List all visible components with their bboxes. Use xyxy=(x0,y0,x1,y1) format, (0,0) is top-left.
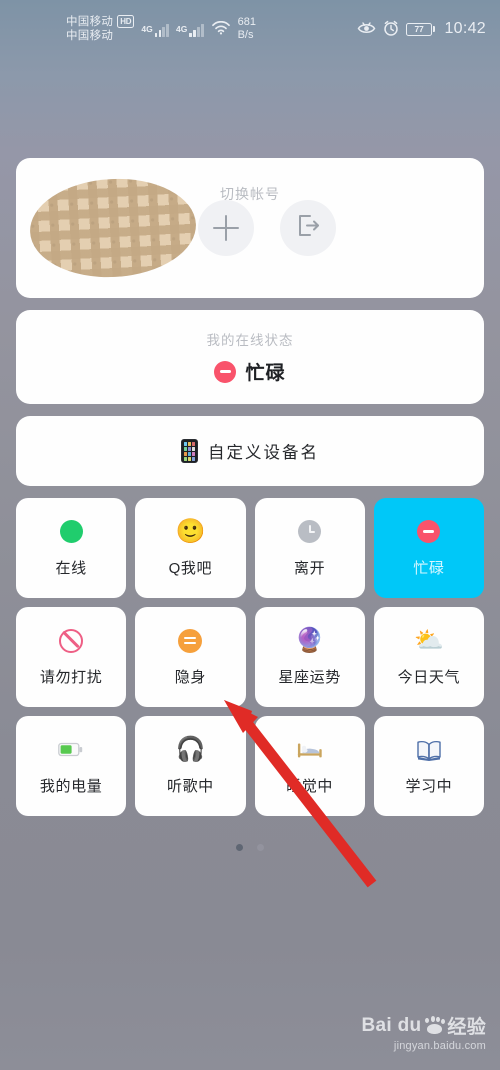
carrier-name-1: 中国移动 xyxy=(66,15,114,28)
alarm-clock-icon xyxy=(383,20,399,39)
do-not-disturb-icon xyxy=(58,628,84,654)
battery-percent: 77 xyxy=(405,22,432,36)
network-speed: 681 B/s xyxy=(238,16,256,42)
watermark-url: jingyan.baidu.com xyxy=(393,1040,486,1052)
signal-group-2: 4G xyxy=(176,22,204,37)
tile-weather[interactable]: ⛅ 今日天气 xyxy=(373,607,484,707)
watermark-brand: Bai du 经验 xyxy=(362,1012,486,1039)
custom-device-name-card[interactable]: 自定义设备名 xyxy=(16,416,484,486)
busy-minus-icon xyxy=(416,519,442,545)
tile-label: 今日天气 xyxy=(397,668,461,686)
tile-label: 星座运势 xyxy=(278,668,341,686)
tile-label: 睡觉中 xyxy=(286,777,334,795)
tile-busy[interactable]: 忙碌 xyxy=(373,498,484,598)
phone-icon xyxy=(181,439,198,463)
invisible-icon xyxy=(177,628,203,654)
watermark-brand-cn: 经验 xyxy=(447,1017,486,1038)
clock-icon xyxy=(297,519,323,545)
eye-icon xyxy=(357,21,376,38)
pagination-dots[interactable] xyxy=(16,844,484,851)
plus-icon xyxy=(213,215,239,241)
pagination-dot[interactable] xyxy=(257,844,264,851)
open-book-icon xyxy=(416,737,442,763)
current-status: 忙碌 xyxy=(214,358,285,385)
tile-my-battery[interactable]: 我的电量 xyxy=(16,716,127,816)
clock-label: 10:42 xyxy=(444,20,486,37)
tile-label: 听歌中 xyxy=(166,777,214,795)
tile-invisible[interactable]: 隐身 xyxy=(135,607,246,707)
tile-online[interactable]: 在线 xyxy=(16,498,127,598)
add-account-button[interactable] xyxy=(198,200,254,256)
green-circle-icon xyxy=(58,519,84,545)
weather-sun-cloud-icon: ⛅ xyxy=(413,626,444,654)
busy-minus-icon xyxy=(214,360,237,383)
speed-value: 681 xyxy=(237,15,256,28)
main-content: 切换帐号 我的在线状态 忙碌 自定义设备名 在线 🙂 Q我吧 离开 忙碌 请勿打… xyxy=(0,158,500,851)
tile-label: 忙碌 xyxy=(413,559,445,577)
tile-studying[interactable]: 学习中 xyxy=(373,716,484,816)
tile-horoscope[interactable]: 🔮 星座运势 xyxy=(254,607,365,707)
carrier-info: 中国移动 HD 中国移动 xyxy=(66,15,135,44)
status-bar-right: 77 10:42 xyxy=(357,20,486,39)
tile-away[interactable]: 离开 xyxy=(254,498,365,598)
battery-icon: 77 xyxy=(405,22,436,36)
headphones-icon: 🎧 xyxy=(175,735,206,763)
smiley-icon: 🙂 xyxy=(175,517,206,545)
status-bar-left: 中国移动 HD 中国移动 4G 4G 681 B/s xyxy=(66,15,256,44)
watermark-brand-text: Bai du xyxy=(361,1014,422,1036)
status-tile-grid: 在线 🙂 Q我吧 离开 忙碌 请勿打扰 隐身 🔮 星座运势 ⛅ 今日天气 我的电… xyxy=(16,498,484,816)
tile-listening-music[interactable]: 🎧 听歌中 xyxy=(135,716,246,816)
carrier-name-2: 中国移动 xyxy=(66,30,114,42)
status-bar: 中国移动 HD 中国移动 4G 4G 681 B/s 77 10:42 xyxy=(0,0,500,58)
tile-label: 离开 xyxy=(294,559,326,577)
speed-unit: B/s xyxy=(237,29,254,41)
pagination-dot-active[interactable] xyxy=(236,844,243,851)
tile-label: 隐身 xyxy=(174,668,206,686)
battery-tip xyxy=(433,26,436,32)
current-status-label: 忙碌 xyxy=(245,363,286,384)
bed-icon xyxy=(297,737,323,763)
tile-label: 在线 xyxy=(55,559,87,577)
logout-button[interactable] xyxy=(280,200,336,256)
network-type-2: 4G xyxy=(175,23,188,34)
signal-bars-icon-1 xyxy=(154,22,169,37)
account-card: 切换帐号 xyxy=(16,158,484,298)
logout-icon xyxy=(295,212,322,244)
avatar-mosaic-censor xyxy=(27,174,199,282)
wifi-icon xyxy=(211,20,230,38)
online-status-card[interactable]: 我的在线状态 忙碌 xyxy=(16,310,484,404)
custom-device-name-label: 自定义设备名 xyxy=(208,444,319,462)
tile-do-not-disturb[interactable]: 请勿打扰 xyxy=(16,607,127,707)
avatar[interactable] xyxy=(27,174,199,282)
signal-group-1: 4G xyxy=(141,22,169,37)
crystal-ball-icon: 🔮 xyxy=(294,626,325,654)
paw-icon xyxy=(423,1016,445,1035)
hd-badge-icon: HD xyxy=(117,15,135,29)
online-status-title: 我的在线状态 xyxy=(206,333,294,348)
signal-bars-icon-2 xyxy=(189,22,204,37)
tile-label: 学习中 xyxy=(405,777,453,795)
tile-label: Q我吧 xyxy=(168,559,213,577)
tile-sleeping[interactable]: 睡觉中 xyxy=(254,716,365,816)
watermark: Bai du 经验 jingyan.baidu.com xyxy=(362,1012,486,1053)
tile-qme[interactable]: 🙂 Q我吧 xyxy=(135,498,246,598)
network-type-1: 4G xyxy=(141,23,153,34)
tile-label: 请勿打扰 xyxy=(39,668,103,686)
tile-label: 我的电量 xyxy=(39,777,103,795)
battery-green-icon xyxy=(58,737,84,763)
